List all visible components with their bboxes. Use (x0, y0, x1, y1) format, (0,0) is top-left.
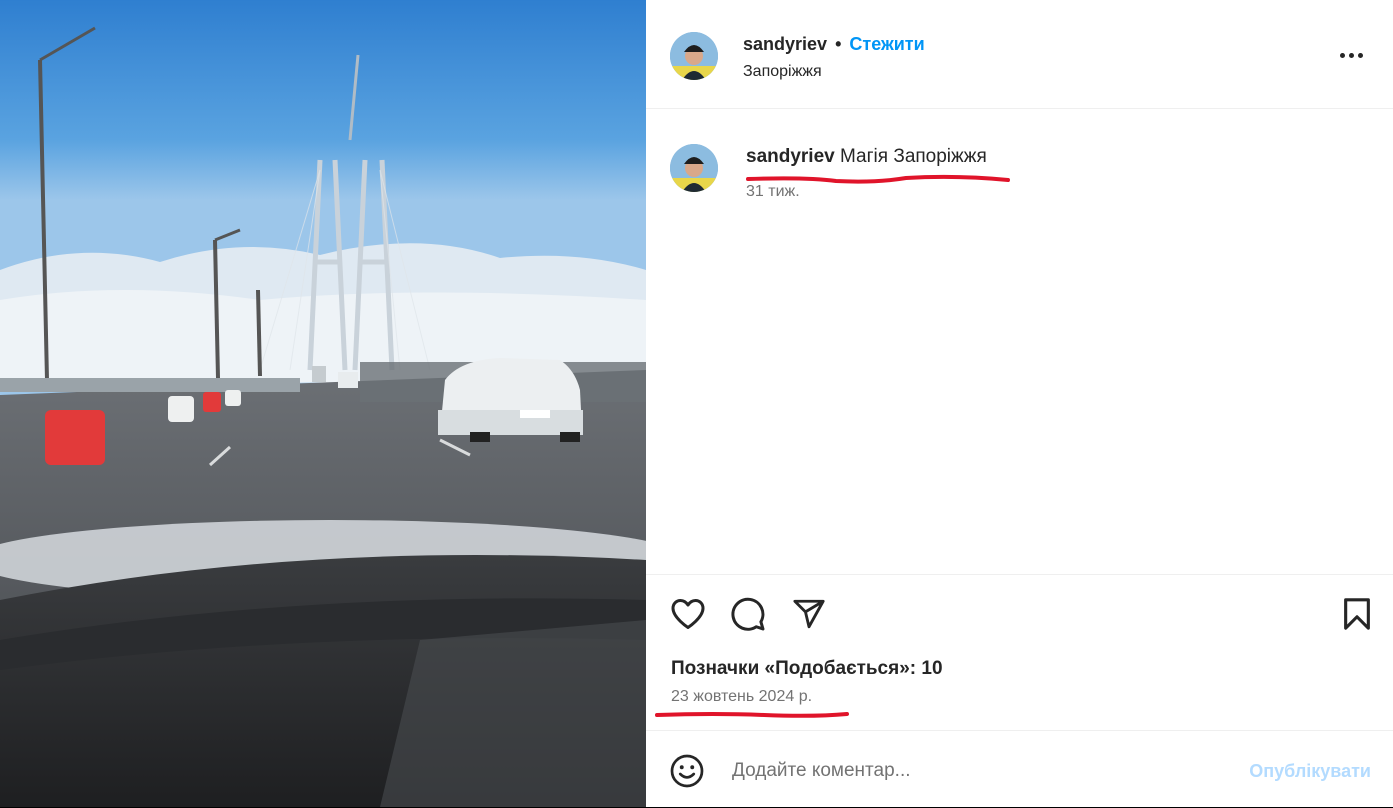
post-actions: Позначки «Подобається»: 10 23 жовтень 20… (646, 574, 1393, 731)
post-details-panel: sandyriev • Стежити Запоріжжя sandyriev Ма… (646, 0, 1393, 807)
caption-text: Магія Запоріжжя (840, 146, 987, 167)
follow-button[interactable]: Стежити (849, 34, 924, 54)
post-date[interactable]: 23 жовтень 2024 р. (671, 688, 812, 706)
heart-icon[interactable] (668, 594, 708, 634)
header-username-line: sandyriev • Стежити (743, 34, 925, 55)
publish-button[interactable]: Опублікувати (1249, 761, 1371, 782)
emoji-icon[interactable] (669, 753, 705, 794)
username-link[interactable]: sandyriev (743, 34, 827, 54)
post-header: sandyriev • Стежити Запоріжжя (646, 3, 1393, 109)
comment-bar: Опублікувати (646, 730, 1393, 808)
caption: sandyriev Магія Запоріжжя (746, 146, 987, 168)
post-photo[interactable] (0, 0, 646, 807)
red-underline-annotation (655, 712, 849, 718)
avatar[interactable] (670, 32, 718, 80)
bridge-photo-image (0, 0, 646, 807)
caption-avatar[interactable] (670, 144, 718, 192)
caption-username-link[interactable]: sandyriev (746, 146, 835, 167)
comment-input[interactable] (730, 759, 1204, 783)
caption-timestamp[interactable]: 31 тиж. (746, 183, 800, 201)
share-icon[interactable] (789, 594, 829, 634)
location-link[interactable]: Запоріжжя (743, 63, 822, 81)
separator-dot: • (835, 34, 842, 54)
more-options-icon[interactable] (1340, 47, 1366, 63)
comment-icon[interactable] (728, 594, 768, 634)
bookmark-icon[interactable] (1337, 594, 1377, 634)
likes-count[interactable]: Позначки «Подобається»: 10 (671, 658, 943, 680)
